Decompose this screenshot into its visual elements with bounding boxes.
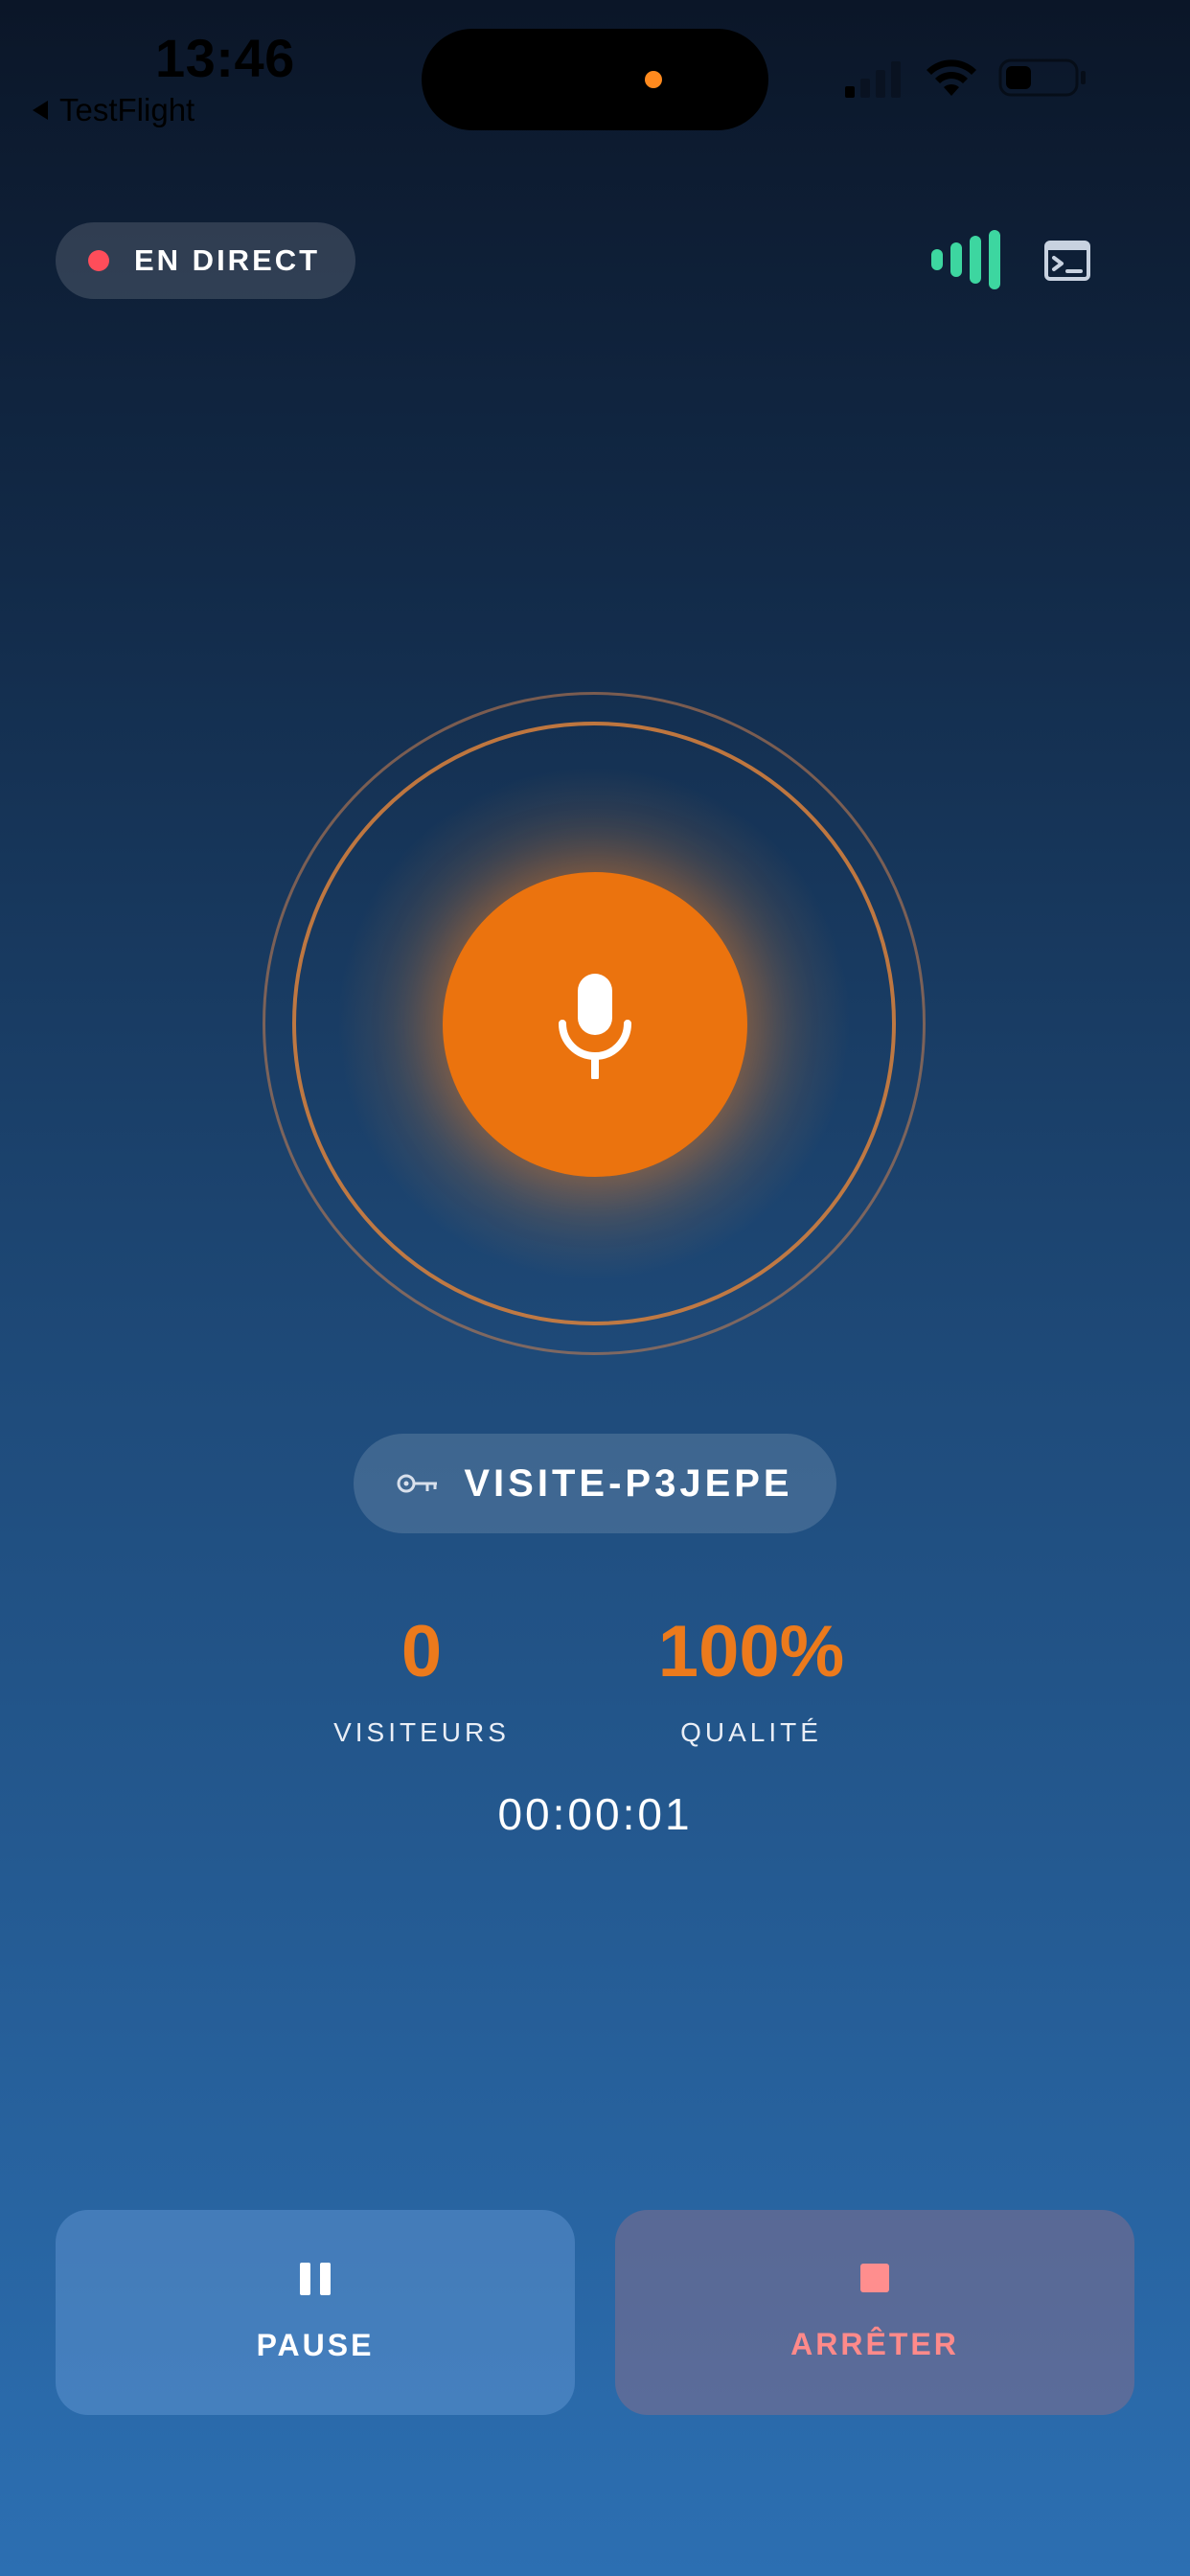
session-timer: 00:00:01 [497,1789,693,1839]
live-status-label: EN DIRECT [134,243,321,277]
back-app-label: TestFlight [59,92,195,127]
wifi-icon [927,59,976,96]
microphone-icon [559,974,631,1079]
back-to-testflight[interactable]: TestFlight [33,92,195,128]
stop-icon [860,2263,889,2292]
live-status-badge: EN DIRECT [56,222,355,299]
microphone-button[interactable] [443,872,747,1177]
pause-icon [300,2262,331,2295]
visitors-label: VISITEURS [333,1717,510,1747]
audio-level-icon[interactable] [929,230,1006,289]
visitors-stat: 0 VISITEURS [316,1616,527,1748]
session-code-badge[interactable]: VISITE-P3JEPE [354,1434,836,1533]
key-icon [397,1474,438,1493]
pause-label: PAUSE [256,2327,375,2362]
quality-label: QUALITÉ [680,1717,822,1747]
console-icon[interactable] [1044,241,1090,281]
quality-stat: 100% QUALITÉ [636,1616,866,1748]
microphone-in-use-indicator [645,71,662,88]
pause-button[interactable]: PAUSE [56,2210,575,2415]
battery-icon [998,58,1086,97]
stop-button[interactable]: ARRÊTER [615,2210,1134,2415]
quality-value: 100% [657,1611,845,1692]
stop-label: ARRÊTER [790,2326,959,2361]
dynamic-island [422,29,768,130]
back-arrow-icon [33,101,48,120]
live-dot [88,250,109,271]
status-time: 13:46 [155,28,295,88]
cellular-signal-icon [845,61,901,98]
session-code: VISITE-P3JEPE [464,1461,793,1505]
visitors-count: 0 [400,1611,443,1692]
